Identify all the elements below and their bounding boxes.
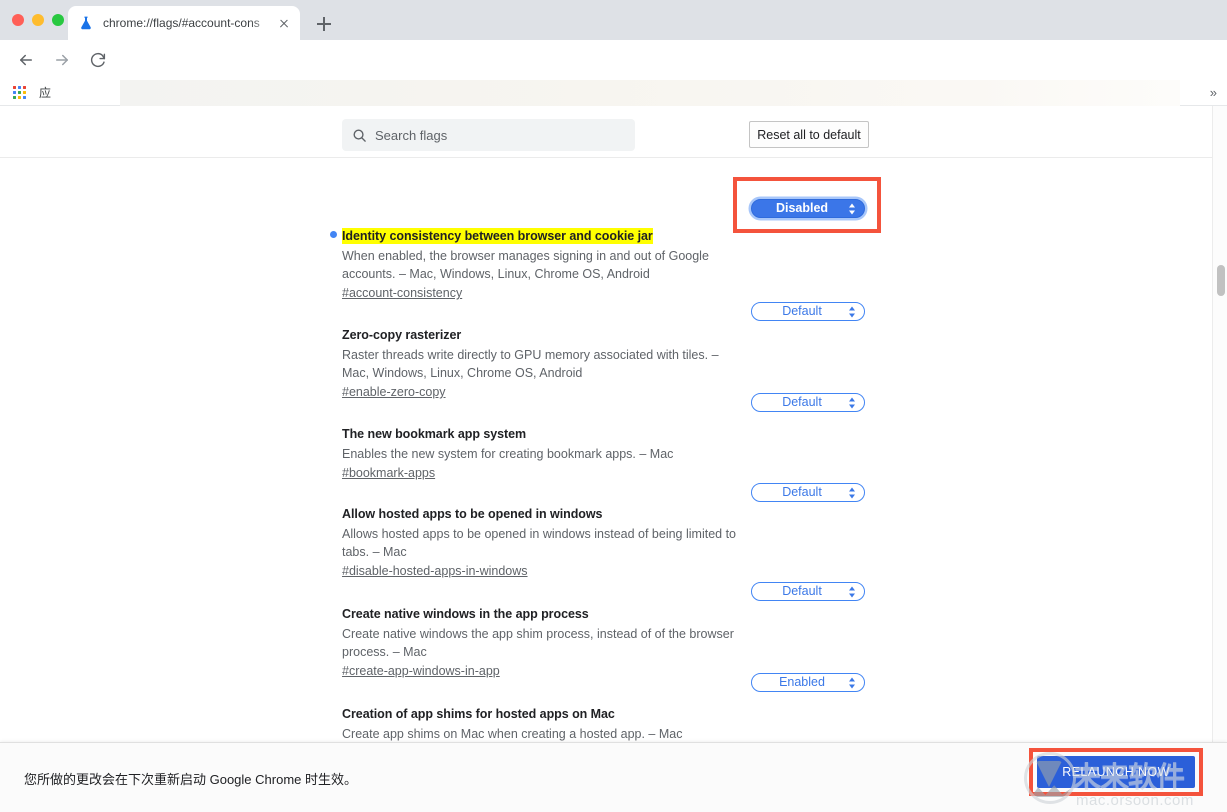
flag-state-select[interactable]: Disabled [751, 199, 865, 218]
flag-title: Zero-copy rasterizer [342, 326, 736, 344]
window-traffic-lights [12, 14, 64, 26]
flag-title-text: Zero-copy rasterizer [342, 328, 462, 342]
flag-state-select-value: Default [782, 584, 822, 598]
flag-anchor-link[interactable]: #bookmark-apps [342, 464, 435, 482]
page-scrollbar-thumb[interactable] [1216, 265, 1225, 296]
flag-state-select-value: Disabled [775, 201, 829, 215]
flag-select-wrapper: Default [751, 302, 865, 321]
flag-title: Creation of app shims for hosted apps on… [342, 705, 736, 723]
flag-row: Create native windows in the app process… [0, 605, 1227, 680]
flag-state-select[interactable]: Enabled [751, 673, 865, 692]
flag-state-select-value: Default [782, 304, 822, 318]
flag-state-select-value: Enabled [779, 675, 825, 689]
window-minimize-button[interactable] [32, 14, 44, 26]
flag-body: Zero-copy rasterizer Raster threads write… [342, 326, 736, 401]
up-down-chevron-icon [849, 585, 856, 598]
tab-title: chrome://flags/#account-cons [103, 16, 260, 30]
search-input[interactable] [375, 127, 625, 143]
browser-window: chrome://flags/#account-cons 应 » Identit… [0, 0, 1227, 812]
window-maximize-button[interactable] [52, 14, 64, 26]
flag-select-wrapper: Default [751, 483, 865, 502]
flag-state-select[interactable]: Default [751, 483, 865, 502]
flag-body: Create native windows in the app process… [342, 605, 736, 680]
flag-description: Enables the new system for creating book… [342, 447, 674, 461]
flag-anchor-link[interactable]: #create-app-windows-in-app [342, 662, 500, 680]
flag-state-select-value: Default [782, 395, 822, 409]
browser-tab[interactable]: chrome://flags/#account-cons [68, 6, 300, 40]
search-icon [352, 128, 367, 143]
flag-anchor-link[interactable]: #enable-zero-copy [342, 383, 446, 401]
flag-title-text: Creation of app shims for hosted apps on… [342, 707, 615, 721]
up-down-chevron-icon [849, 486, 856, 499]
flag-state-select-value: Default [782, 485, 822, 499]
flag-state-select[interactable]: Default [751, 302, 865, 321]
tab-strip: chrome://flags/#account-cons [0, 0, 1227, 40]
relaunch-now-button[interactable]: RELAUNCH NOW [1037, 756, 1195, 788]
reload-icon[interactable] [84, 46, 112, 74]
flag-title-text: Create native windows in the app process [342, 607, 589, 621]
reset-all-to-default-button[interactable]: Reset all to default [749, 121, 869, 148]
up-down-chevron-icon [849, 202, 856, 215]
flag-anchor-link[interactable]: #account-consistency [342, 284, 462, 302]
flag-title: Create native windows in the app process [342, 605, 736, 623]
flag-title: Allow hosted apps to be opened in window… [342, 505, 736, 523]
flag-description: When enabled, the browser manages signin… [342, 249, 709, 281]
flag-body: The new bookmark app system Enables the n… [342, 425, 736, 482]
search-flags-box[interactable] [342, 119, 635, 151]
browser-toolbar: Chrome chrome://flags/#account-consisten… [0, 40, 1227, 114]
up-down-chevron-icon [849, 676, 856, 689]
flag-title-text: The new bookmark app system [342, 427, 527, 441]
flag-description: Raster threads write directly to GPU mem… [342, 348, 719, 380]
up-down-chevron-icon [849, 396, 856, 409]
flag-description: Create app shims on Mac when creating a … [342, 727, 683, 741]
flag-row: The new bookmark app system Enables the n… [0, 425, 1227, 482]
flag-description: Allows hosted apps to be opened in windo… [342, 527, 737, 559]
flag-body: Identity consistency between browser and… [342, 227, 736, 302]
bookmark-item-apps[interactable]: 应 [39, 84, 51, 101]
flag-description: Create native windows the app shim proce… [342, 627, 734, 659]
bookmarks-overflow-chevron-icon[interactable]: » [1210, 86, 1217, 100]
close-icon[interactable] [276, 15, 292, 31]
flag-new-indicator-dot [330, 231, 337, 238]
flask-icon [78, 15, 94, 31]
flag-row: Allow hosted apps to be opened in window… [0, 505, 1227, 580]
flag-select-wrapper: Default [751, 393, 865, 412]
flag-select-wrapper: Disabled [751, 199, 865, 218]
flag-row: Zero-copy rasterizer Raster threads write… [0, 326, 1227, 401]
page-scrollbar[interactable] [1212, 106, 1227, 812]
up-down-chevron-icon [849, 305, 856, 318]
bookmarks-bar-overflow-area [120, 80, 1180, 106]
flag-title-text: Allow hosted apps to be opened in window… [342, 507, 603, 521]
flag-select-wrapper: Default [751, 582, 865, 601]
flag-select-wrapper: Enabled [751, 673, 865, 692]
flags-page: Identity consistency between browser and… [0, 106, 1227, 812]
flag-row: Identity consistency between browser and… [0, 227, 1227, 302]
relaunch-message: 您所做的更改会在下次重新启动 Google Chrome 时生效。 [24, 772, 357, 787]
flag-title: Identity consistency between browser and… [342, 227, 736, 245]
flag-anchor-link[interactable]: #disable-hosted-apps-in-windows [342, 562, 528, 580]
bookmarks-bar: 应 » [0, 80, 1227, 106]
flag-title: The new bookmark app system [342, 425, 736, 443]
flag-state-select[interactable]: Default [751, 582, 865, 601]
flag-title-text: Identity consistency between browser and… [342, 228, 653, 244]
google-apps-grid-icon[interactable] [13, 85, 27, 100]
flag-body: Allow hosted apps to be opened in window… [342, 505, 736, 580]
flag-state-select[interactable]: Default [751, 393, 865, 412]
new-tab-button[interactable] [312, 12, 336, 36]
back-arrow-icon[interactable] [12, 46, 40, 74]
forward-arrow-icon[interactable] [48, 46, 76, 74]
window-close-button[interactable] [12, 14, 24, 26]
